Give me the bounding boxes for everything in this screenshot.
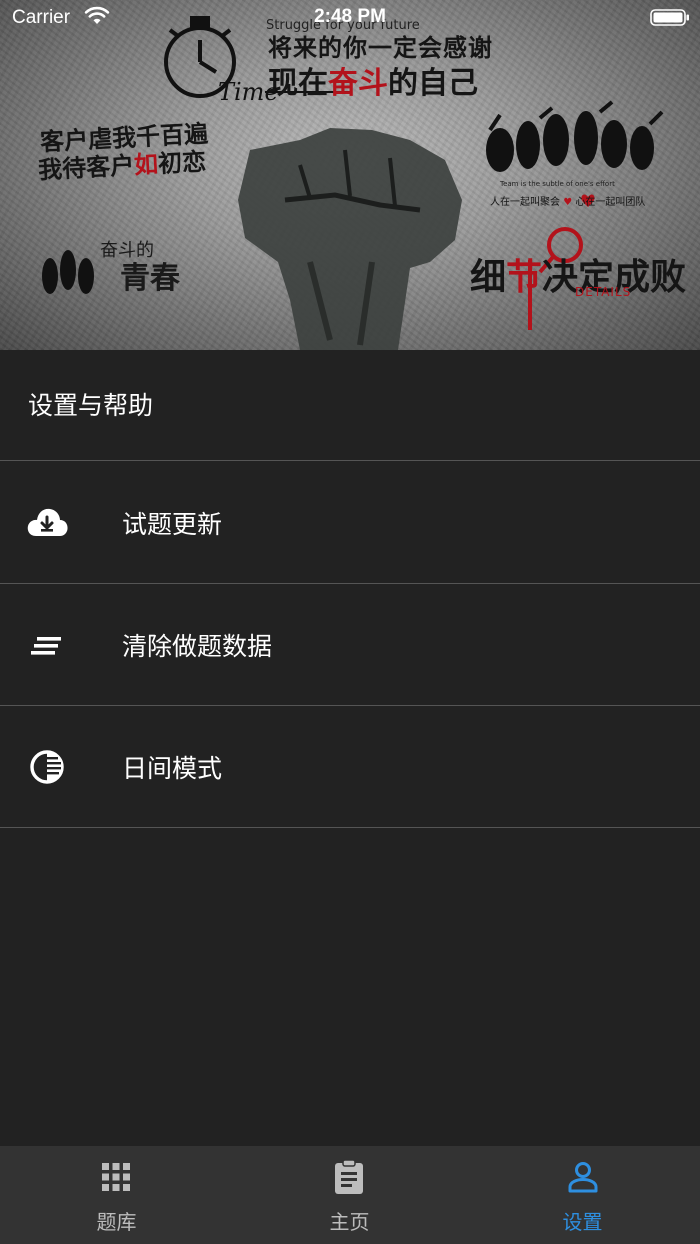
cloud-download-icon xyxy=(27,508,68,536)
banner-text-team: 人在一起叫聚会 ♥ 心在一起叫团队 xyxy=(490,197,646,208)
contrast-icon xyxy=(30,750,64,784)
settings-section-header: 设置与帮助 xyxy=(0,350,700,461)
raised-fist-icon xyxy=(238,128,462,350)
grid-icon xyxy=(102,1163,130,1191)
clear-all-icon xyxy=(31,637,61,655)
tab-label: 设置 xyxy=(562,1210,603,1234)
settings-item-update-questions[interactable]: 试题更新 xyxy=(0,462,700,584)
clipboard-icon xyxy=(335,1159,363,1194)
tab-label: 题库 xyxy=(96,1210,137,1234)
banner-text-team-en: Team is the subtle of one's effort xyxy=(500,180,615,188)
bottom-tab-bar: 题库 主页 设置 xyxy=(0,1146,700,1244)
status-time: 2:48 PM xyxy=(314,6,386,27)
section-title: 设置与帮助 xyxy=(28,391,154,420)
battery-icon xyxy=(650,9,689,26)
settings-screen: Struggle for your future 将来的你一定会感谢 现在奋斗的… xyxy=(0,0,700,1244)
jumping-team-silhouette xyxy=(486,100,664,172)
person-icon xyxy=(568,1162,598,1193)
banner-text-details-en: DETAILS xyxy=(575,285,632,299)
tab-settings[interactable]: 设置 xyxy=(466,1146,699,1244)
banner-text-youth: 青春 xyxy=(120,261,180,296)
banner-image: Struggle for your future 将来的你一定会感谢 现在奋斗的… xyxy=(0,0,700,350)
tab-home[interactable]: 主页 xyxy=(233,1146,466,1244)
settings-item-clear-data[interactable]: 清除做题数据 xyxy=(0,584,700,706)
settings-item-day-mode[interactable]: 日间模式 xyxy=(0,706,700,828)
settings-item-label: 试题更新 xyxy=(122,510,223,539)
youth-silhouette xyxy=(42,250,94,294)
banner-text-now: 现在奋斗的自己 xyxy=(268,66,478,101)
banner-text-time: Time xyxy=(218,78,279,106)
settings-item-label: 日间模式 xyxy=(122,754,223,783)
tab-label: 主页 xyxy=(329,1210,370,1234)
tab-question-bank[interactable]: 题库 xyxy=(0,1146,233,1244)
settings-item-label: 清除做题数据 xyxy=(122,632,273,661)
status-bar: Carrier 2:48 PM xyxy=(0,0,700,36)
